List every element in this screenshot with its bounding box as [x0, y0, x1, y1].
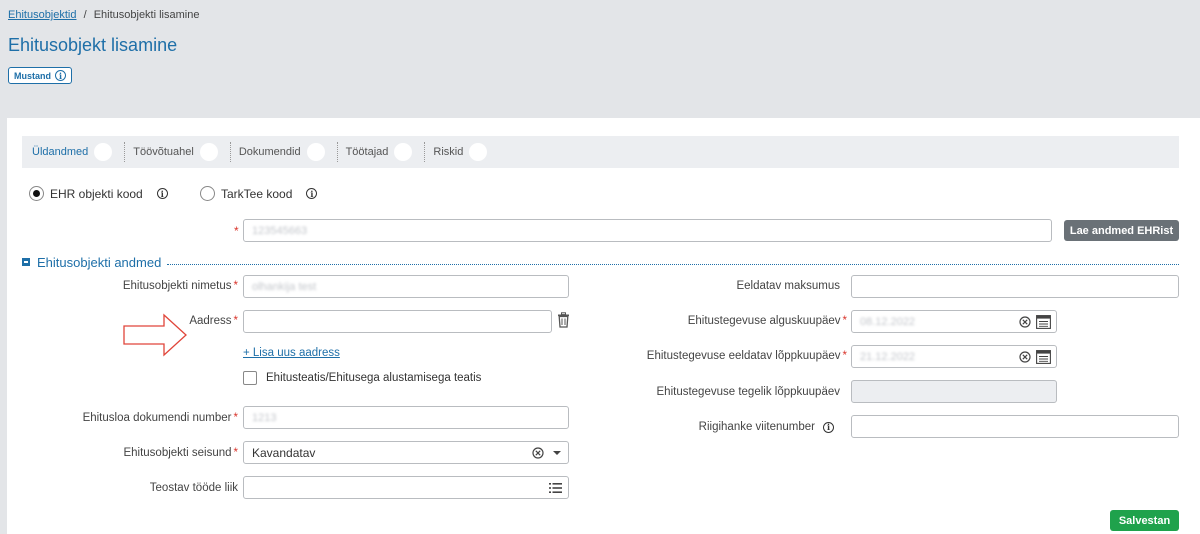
- info-icon[interactable]: i: [823, 421, 834, 433]
- start-date-input[interactable]: 08.12.2022: [851, 310, 1057, 333]
- radio-ehr-code[interactable]: EHR objekti kood i: [29, 186, 168, 201]
- permit-label: Ehitusloa dokumendi number *: [82, 412, 238, 424]
- chevron-down-icon[interactable]: [552, 450, 562, 456]
- procurement-input[interactable]: [851, 415, 1179, 438]
- tab-bar: Üldandmed Töövõtuahel Dokumendid Töötaja…: [22, 136, 1179, 168]
- tab-status-bubble: [94, 143, 113, 161]
- clear-icon[interactable]: [1019, 315, 1031, 328]
- object-code-value: 123545663: [252, 224, 308, 237]
- breadcrumb: Ehitusobjektid / Ehitusobjekti lisamine: [8, 9, 199, 21]
- radio-button[interactable]: [200, 186, 215, 201]
- tab-label: Dokumendid: [238, 146, 301, 158]
- section-header[interactable]: Ehitusobjekti andmed: [22, 254, 1179, 270]
- radio-tarktee-code[interactable]: TarkTee kood i: [200, 186, 318, 201]
- info-icon[interactable]: i: [306, 188, 318, 199]
- breadcrumb-parent-link[interactable]: Ehitusobjektid: [8, 9, 77, 21]
- tab-status-bubble: [306, 143, 325, 161]
- radio-label: EHR objekti kood: [50, 186, 143, 201]
- tab-divider: [336, 142, 338, 162]
- tab-label: Üldandmed: [32, 146, 89, 158]
- cost-input[interactable]: [851, 275, 1179, 298]
- start-date-value: 08.12.2022: [860, 315, 916, 328]
- radio-button[interactable]: [29, 186, 44, 201]
- procurement-label: Riigihanke viitenumber i: [699, 421, 834, 433]
- name-label: Ehitusobjekti nimetus *: [122, 280, 238, 292]
- notice-checkbox-label: Ehitusteatis/Ehitusega alustamisega teat…: [266, 372, 482, 384]
- address-label: Aadress *: [189, 315, 238, 327]
- tab-divider: [124, 142, 126, 162]
- load-ehr-button[interactable]: Lae andmed EHRist: [1064, 220, 1179, 241]
- status-info-icon[interactable]: i: [55, 70, 66, 81]
- status-label: Ehitusobjekti seisund *: [123, 447, 238, 459]
- list-icon[interactable]: [549, 482, 562, 493]
- work-type-label: Teostav tööde liik: [149, 482, 238, 494]
- end-actual-label: Ehitustegevuse tegelik lõppkuupäev: [656, 386, 841, 398]
- tab-status-bubble: [394, 143, 413, 161]
- tab-status-bubble: [469, 143, 488, 161]
- start-date-label: Ehitustegevuse alguskuupäev *: [687, 315, 847, 327]
- tab-toovotuahel[interactable]: Töövõtuahel: [133, 136, 226, 168]
- collapse-icon[interactable]: [22, 258, 30, 266]
- calendar-icon[interactable]: [1036, 349, 1051, 364]
- tab-divider: [229, 142, 231, 162]
- work-type-input[interactable]: [243, 476, 569, 499]
- object-name-value: olhankija test: [252, 280, 317, 293]
- add-address-link[interactable]: + Lisa uus aadress: [243, 347, 340, 359]
- tab-dokumendid[interactable]: Dokumendid: [239, 136, 333, 168]
- page-title: Ehitusobjekt lisamine: [8, 35, 178, 55]
- status-select-value: Kavandatav: [252, 445, 316, 460]
- object-name-input[interactable]: olhankija test: [243, 275, 569, 298]
- notice-checkbox[interactable]: [243, 371, 257, 385]
- end-expected-value: 21.12.2022: [860, 350, 916, 363]
- save-button[interactable]: Salvestan: [1110, 510, 1179, 531]
- clear-icon[interactable]: [1019, 350, 1031, 363]
- section-title: Ehitusobjekti andmed: [37, 254, 162, 270]
- tab-divider: [424, 142, 426, 162]
- end-expected-label: Ehitustegevuse eeldatav lõppkuupäev *: [646, 350, 847, 362]
- breadcrumb-current: Ehitusobjekti lisamine: [93, 9, 200, 21]
- calendar-icon[interactable]: [1036, 314, 1051, 329]
- clear-icon[interactable]: [532, 446, 544, 459]
- status-select[interactable]: Kavandatav: [243, 441, 569, 464]
- address-input[interactable]: [243, 310, 552, 333]
- end-expected-input[interactable]: 21.12.2022: [851, 345, 1057, 368]
- permit-number-value: 1213: [252, 411, 277, 424]
- end-actual-input: [851, 380, 1057, 403]
- status-badge: Mustand i: [8, 67, 72, 84]
- radio-label: TarkTee kood: [221, 186, 293, 201]
- tab-uldandmed[interactable]: Üldandmed: [22, 136, 120, 168]
- tab-label: Töötajad: [345, 146, 389, 158]
- tab-label: Töövõtuahel: [133, 146, 194, 158]
- permit-number-input[interactable]: 1213: [243, 406, 569, 429]
- info-icon[interactable]: i: [156, 188, 168, 199]
- tab-tootajad[interactable]: Töötajad: [346, 136, 421, 168]
- cost-label: Eeldatav maksumus: [736, 280, 840, 292]
- breadcrumb-separator: /: [83, 9, 87, 21]
- tab-status-bubble: [199, 143, 218, 161]
- object-code-input[interactable]: 123545663: [243, 219, 1052, 242]
- annotation-arrow-icon: [123, 313, 187, 357]
- tab-riskid[interactable]: Riskid: [433, 136, 495, 168]
- section-divider: [167, 263, 1179, 265]
- required-asterisk: *: [234, 224, 239, 238]
- status-badge-label: Mustand: [14, 70, 51, 81]
- trash-icon[interactable]: [557, 312, 570, 328]
- tab-label: Riskid: [433, 146, 464, 158]
